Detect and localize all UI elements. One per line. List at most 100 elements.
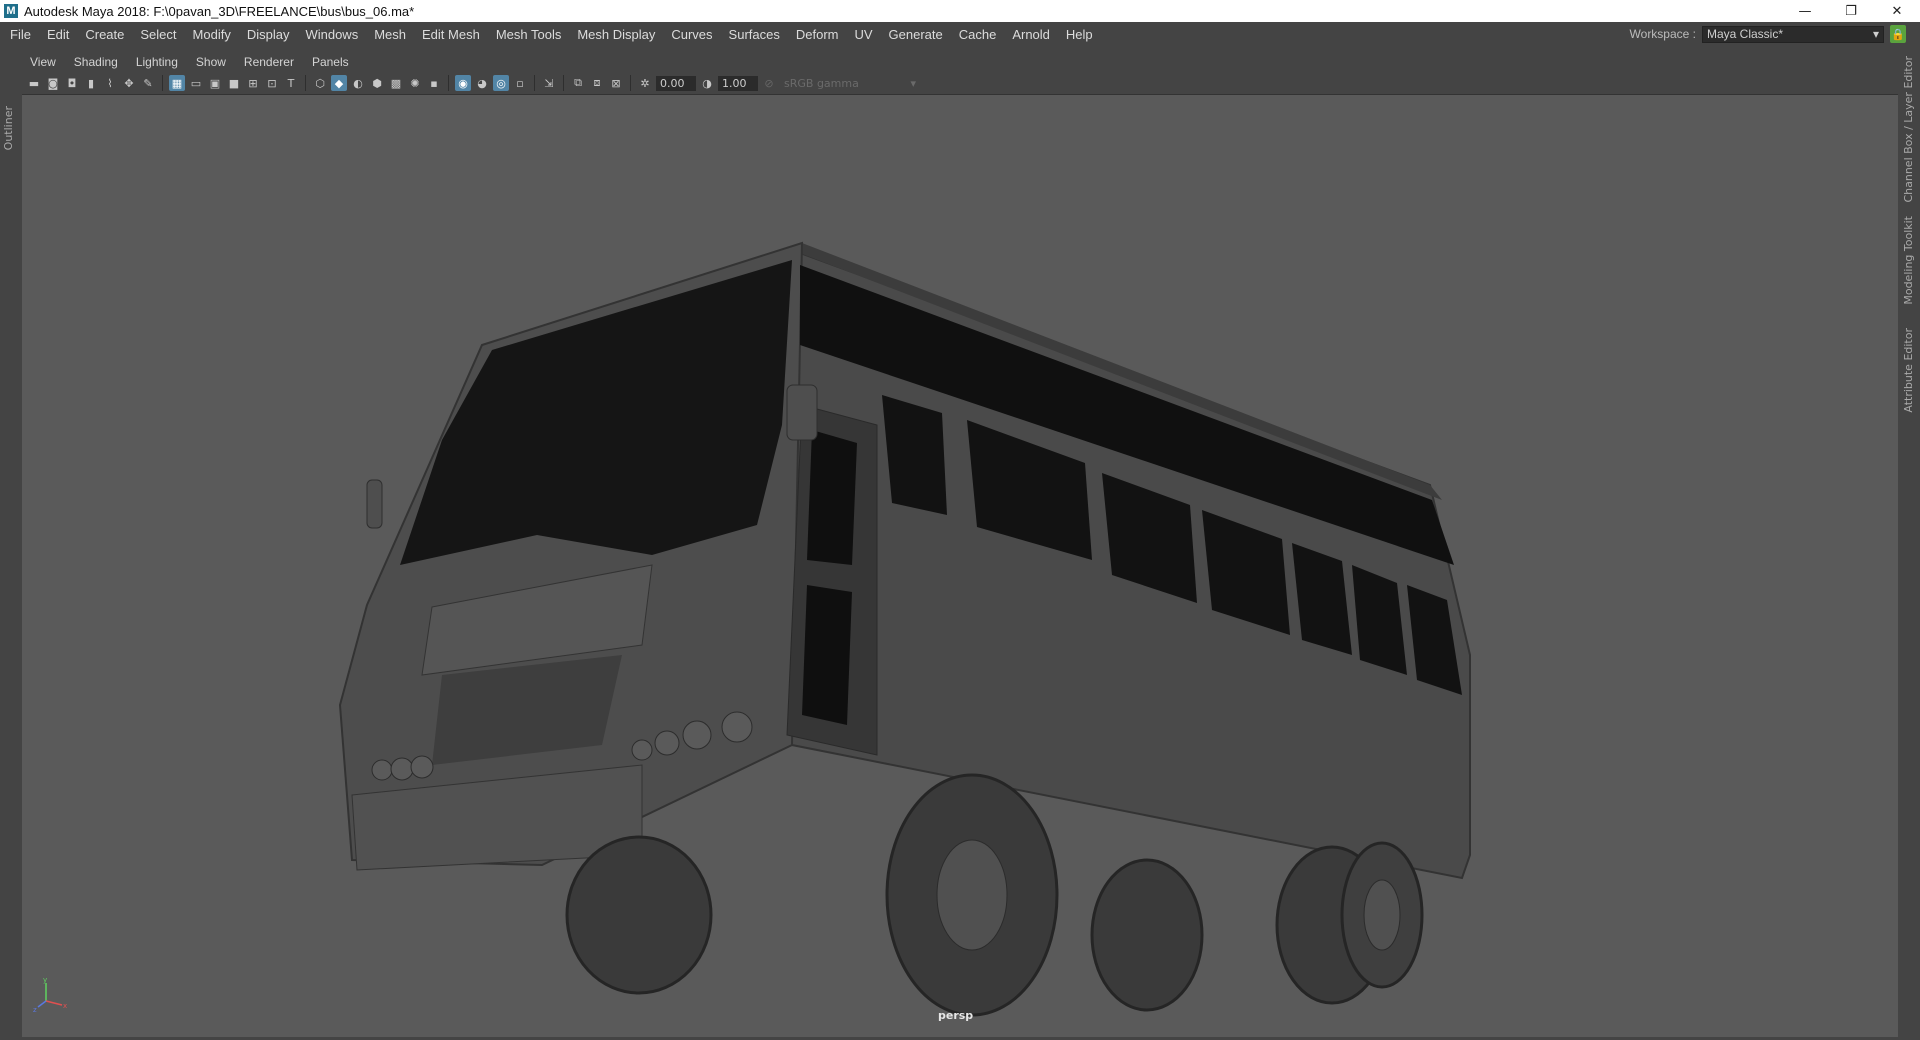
screen-space-ao-icon[interactable]: ◉ <box>455 75 471 91</box>
perspective-viewport[interactable]: y x z persp <box>22 94 1898 1037</box>
rear-wheel-1 <box>1090 858 1204 1012</box>
textured-icon[interactable]: ▩ <box>388 75 404 91</box>
gamma-field[interactable]: 1.00 <box>718 75 758 91</box>
xray-icon[interactable]: ⧉ <box>570 75 586 91</box>
menu-edit-mesh[interactable]: Edit Mesh <box>414 27 488 42</box>
modeling-toolkit-tab[interactable]: Modeling Toolkit <box>1902 216 1915 305</box>
right-tab-strip: Channel Box / Layer Editor Modeling Tool… <box>1898 46 1920 1040</box>
gamma-icon[interactable]: ◑ <box>699 75 715 91</box>
menu-select[interactable]: Select <box>132 27 184 42</box>
exposure-field[interactable]: 0.00 <box>656 75 696 91</box>
panel-menu-shading[interactable]: Shading <box>65 55 127 69</box>
headlight-right-1 <box>631 739 653 761</box>
menu-mesh-display[interactable]: Mesh Display <box>569 27 663 42</box>
window-controls: — ❐ ✕ <box>1782 0 1920 22</box>
axis-x-label: x <box>63 1002 67 1010</box>
bookmark-icon[interactable]: ◘ <box>64 75 80 91</box>
grid-icon[interactable]: ▦ <box>169 75 185 91</box>
side-mirror-left <box>366 479 383 529</box>
menu-uv[interactable]: UV <box>846 27 880 42</box>
camera-attributes-icon[interactable]: ◙ <box>45 75 61 91</box>
channel-box-tab[interactable]: Channel Box / Layer Editor <box>1902 56 1915 203</box>
main-menu-bar: File Edit Create Select Modify Display W… <box>0 22 1920 46</box>
grease-pencil-icon[interactable]: ✎ <box>140 75 156 91</box>
side-window-1 <box>882 395 947 515</box>
safe-action-icon[interactable]: ⊡ <box>264 75 280 91</box>
use-default-material-icon[interactable]: ◐ <box>350 75 366 91</box>
viewport-panel: View Shading Lighting Show Renderer Pane… <box>22 52 1898 1037</box>
color-space-dropdown[interactable]: sRGB gamma ▾ <box>780 76 920 91</box>
view-transform-icon[interactable]: ⊘ <box>761 75 777 91</box>
safe-title-icon[interactable]: T <box>283 75 299 91</box>
panel-menu-view[interactable]: View <box>22 55 65 69</box>
outliner-tab[interactable]: Outliner <box>2 106 15 150</box>
door-window-upper <box>807 430 857 565</box>
menu-surfaces[interactable]: Surfaces <box>721 27 788 42</box>
bus-model[interactable] <box>22 95 1898 1037</box>
headlight-left-3 <box>410 755 434 779</box>
door-window-lower <box>802 585 852 725</box>
image-plane-icon[interactable]: ⌇ <box>102 75 118 91</box>
headlight-right-4 <box>721 711 753 743</box>
side-mirror-right <box>786 384 818 441</box>
xray-components-icon[interactable]: ⊠ <box>608 75 624 91</box>
panel-menu-panels[interactable]: Panels <box>303 55 358 69</box>
two-d-pan-zoom-icon[interactable]: ✥ <box>121 75 137 91</box>
viewport-toolbar: ▬ ◙ ◘ ▮ ⌇ ✥ ✎ ▦ ▭ ▣ ■ ⊞ ⊡ T ⬡ ◆ ◐ ⬢ ▩ ✺ … <box>22 72 1898 94</box>
gate-mask-icon[interactable]: ■ <box>226 75 242 91</box>
headlight-right-2 <box>654 730 680 756</box>
menu-mesh[interactable]: Mesh <box>366 27 414 42</box>
menu-curves[interactable]: Curves <box>663 27 720 42</box>
menu-display[interactable]: Display <box>239 27 298 42</box>
panel-menu-lighting[interactable]: Lighting <box>127 55 187 69</box>
menu-windows[interactable]: Windows <box>297 27 366 42</box>
chevron-down-icon: ▾ <box>1872 27 1879 41</box>
close-button[interactable]: ✕ <box>1874 0 1920 22</box>
menu-mesh-tools[interactable]: Mesh Tools <box>488 27 570 42</box>
attribute-editor-tab[interactable]: Attribute Editor <box>1902 328 1915 413</box>
menu-help[interactable]: Help <box>1058 27 1101 42</box>
panel-menu-bar: View Shading Lighting Show Renderer Pane… <box>22 52 1898 72</box>
lock-icon[interactable]: 🔒 <box>1890 25 1906 43</box>
window-title: Autodesk Maya 2018: F:\0pavan_3D\FREELAN… <box>24 3 415 19</box>
workspace-selector: Workspace : Maya Classic* ▾ 🔒 <box>1630 22 1906 46</box>
headlight-left-2 <box>390 757 414 781</box>
smooth-shade-icon[interactable]: ◆ <box>331 75 347 91</box>
panel-menu-renderer[interactable]: Renderer <box>235 55 303 69</box>
axis-gizmo: y x z <box>33 976 67 1014</box>
menu-file[interactable]: File <box>0 27 39 42</box>
exposure-icon[interactable]: ✲ <box>637 75 653 91</box>
menu-edit[interactable]: Edit <box>39 27 77 42</box>
anti-aliasing-icon[interactable]: ◎ <box>493 75 509 91</box>
menu-generate[interactable]: Generate <box>881 27 951 42</box>
headlight-left-1 <box>371 759 393 781</box>
menu-cache[interactable]: Cache <box>951 27 1005 42</box>
workspace-value: Maya Classic* <box>1707 27 1784 41</box>
chevron-down-icon: ▾ <box>910 76 916 90</box>
menu-deform[interactable]: Deform <box>788 27 847 42</box>
camera-name-label: persp <box>938 1009 974 1022</box>
xray-joints-icon[interactable]: ⧈ <box>589 75 605 91</box>
wireframe-icon[interactable]: ⬡ <box>312 75 328 91</box>
select-camera-icon[interactable]: ▬ <box>26 75 42 91</box>
depth-of-field-icon[interactable]: ▫ <box>512 75 528 91</box>
resolution-gate-icon[interactable]: ▣ <box>207 75 223 91</box>
film-gate-icon[interactable]: ▭ <box>188 75 204 91</box>
menu-arnold[interactable]: Arnold <box>1004 27 1058 42</box>
title-bar: M Autodesk Maya 2018: F:\0pavan_3D\FREEL… <box>0 0 1920 22</box>
field-chart-icon[interactable]: ⊞ <box>245 75 261 91</box>
rear-wheel-hub <box>1363 879 1401 951</box>
menu-create[interactable]: Create <box>77 27 132 42</box>
restore-button[interactable]: ❐ <box>1828 0 1874 22</box>
menu-modify[interactable]: Modify <box>185 27 239 42</box>
lights-icon[interactable]: ✺ <box>407 75 423 91</box>
workspace-label: Workspace : <box>1629 27 1696 41</box>
minimize-button[interactable]: — <box>1782 0 1828 22</box>
motion-blur-icon[interactable]: ◕ <box>474 75 490 91</box>
wireframe-on-shaded-icon[interactable]: ⬢ <box>369 75 385 91</box>
panel-menu-show[interactable]: Show <box>187 55 235 69</box>
workspace-dropdown[interactable]: Maya Classic* ▾ <box>1702 25 1884 43</box>
bookmark-flag-icon[interactable]: ▮ <box>83 75 99 91</box>
isolate-select-icon[interactable]: ⇲ <box>541 75 557 91</box>
shadows-icon[interactable]: ▪ <box>426 75 442 91</box>
